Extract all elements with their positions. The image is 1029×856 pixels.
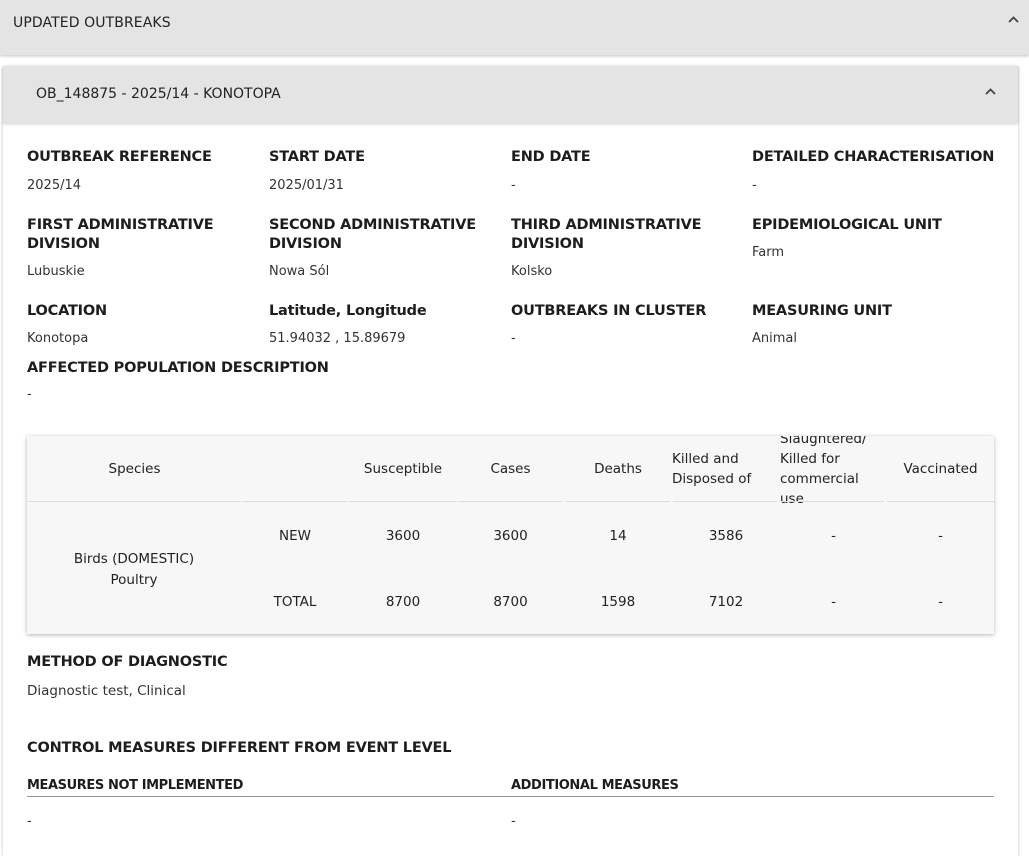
header-divider [673,501,777,502]
detailed-characterisation-value: - [752,178,757,193]
outbreak-reference-label: OUTBREAK REFERENCE [27,149,212,165]
outbreak-title: OB_148875 - 2025/14 - KONOTOPA [36,86,281,102]
method-of-diagnostic-value: Diagnostic test, Clinical [27,683,186,699]
row-new-type: NEW [279,528,311,544]
updated-outbreaks-title: UPDATED OUTBREAKS [13,15,171,31]
header-divider [349,501,457,502]
row-new-deaths: 14 [609,528,627,544]
outbreak-reference-value: 2025/14 [27,178,82,193]
row-total-cases: 8700 [493,594,528,610]
control-measures-title: CONTROL MEASURES DIFFERENT FROM EVENT LE… [27,740,452,756]
header-divider [27,501,241,502]
second-admin-value: Nowa Sól [269,264,330,279]
outbreak-card-header[interactable]: OB_148875 - 2025/14 - KONOTOPA [3,66,1018,123]
first-admin-label-line1: FIRST ADMINISTRATIVE [27,217,214,233]
col-killed-header-line2: Disposed of [672,471,752,487]
col-cases-header: Cases [490,461,531,477]
species-cell: Birds (DOMESTIC) Poultry [41,549,227,591]
epidemiological-unit-value: Farm [752,245,785,260]
row-total-vaccinated: - [938,594,943,610]
location-label: LOCATION [27,303,107,319]
row-new-slaughtered: - [831,528,836,544]
row-total-deaths: 1598 [600,594,636,610]
third-admin-label-line2: DIVISION [511,236,584,252]
second-admin-label-line2: DIVISION [269,236,342,252]
lat-long-label: Latitude, Longitude [269,303,427,319]
species-name-line1: Birds (DOMESTIC) [73,551,195,567]
third-admin-value: Kolsko [511,264,553,279]
col-slaughtered-header-line1: Slaughtered/ [780,436,867,447]
first-admin-label-line2: DIVISION [27,236,100,252]
col-slaughtered-header: Slaughtered/ Killed for commercial use [780,436,888,509]
affected-population-value: - [27,387,32,402]
row-total-type: TOTAL [273,594,317,610]
third-admin-label-line1: THIRD ADMINISTRATIVE [511,217,702,233]
first-admin-value: Lubuskie [27,264,85,279]
second-admin-label: SECOND ADMINISTRATIVE DIVISION [269,216,476,254]
method-of-diagnostic-label: METHOD OF DIAGNOSTIC [27,654,228,670]
col-slaughtered-header-line3: commercial [780,471,859,487]
col-slaughtered-header-line4: use [780,491,804,507]
header-divider [887,501,994,502]
row-total-slaughtered: - [831,594,836,610]
measures-not-implemented-label: MEASURES NOT IMPLEMENTED [27,778,244,793]
species-table: Species Susceptible Cases Deaths Killed … [27,436,994,634]
first-admin-label: FIRST ADMINISTRATIVE DIVISION [27,216,214,254]
outbreaks-in-cluster-value: - [511,331,516,346]
measures-divider [27,796,994,797]
chevron-up-icon[interactable] [1008,16,1019,26]
col-vaccinated-header: Vaccinated [903,461,978,477]
col-killed-header-line1: Killed and [672,451,739,467]
end-date-label: END DATE [511,149,591,165]
location-value: Konotopa [27,331,89,346]
measuring-unit-value: Animal [752,331,797,346]
end-date-value: - [511,178,516,193]
affected-population-label: AFFECTED POPULATION DESCRIPTION [27,360,329,376]
third-admin-label: THIRD ADMINISTRATIVE DIVISION [511,216,701,254]
start-date-value: 2025/01/31 [269,178,344,193]
col-susceptible-header: Susceptible [363,461,443,477]
row-new-killed: 3586 [708,528,744,544]
epidemiological-unit-label: EPIDEMIOLOGICAL UNIT [752,217,942,233]
header-divider [243,501,347,502]
col-species-header: Species [108,461,161,477]
updated-outbreaks-header[interactable]: UPDATED OUTBREAKS [0,0,1029,55]
col-killed-header: Killed and Disposed of [672,449,782,489]
row-new-susceptible: 3600 [385,528,421,544]
start-date-label: START DATE [269,149,365,165]
row-new-cases: 3600 [493,528,528,544]
lat-long-value: 51.94032 , 15.89679 [269,331,406,346]
measuring-unit-label: MEASURING UNIT [752,303,892,319]
header-divider [459,501,563,502]
detailed-characterisation-label: DETAILED CHARACTERISATION [752,149,995,165]
measures-not-implemented-value: - [27,814,32,829]
chevron-up-icon[interactable] [985,88,996,98]
row-new-vaccinated: - [938,528,943,544]
row-total-killed: 7102 [708,594,744,610]
col-deaths-header: Deaths [594,461,642,477]
row-total-susceptible: 8700 [385,594,421,610]
header-divider [566,501,670,502]
col-slaughtered-header-line2: Killed for [780,451,840,467]
additional-measures-label: ADDITIONAL MEASURES [511,778,679,793]
additional-measures-value: - [511,814,516,829]
outbreaks-in-cluster-label: OUTBREAKS IN CLUSTER [511,303,707,319]
species-name-line2: Poultry [110,572,158,588]
header-divider [780,501,884,502]
second-admin-label-line1: SECOND ADMINISTRATIVE [269,217,476,233]
